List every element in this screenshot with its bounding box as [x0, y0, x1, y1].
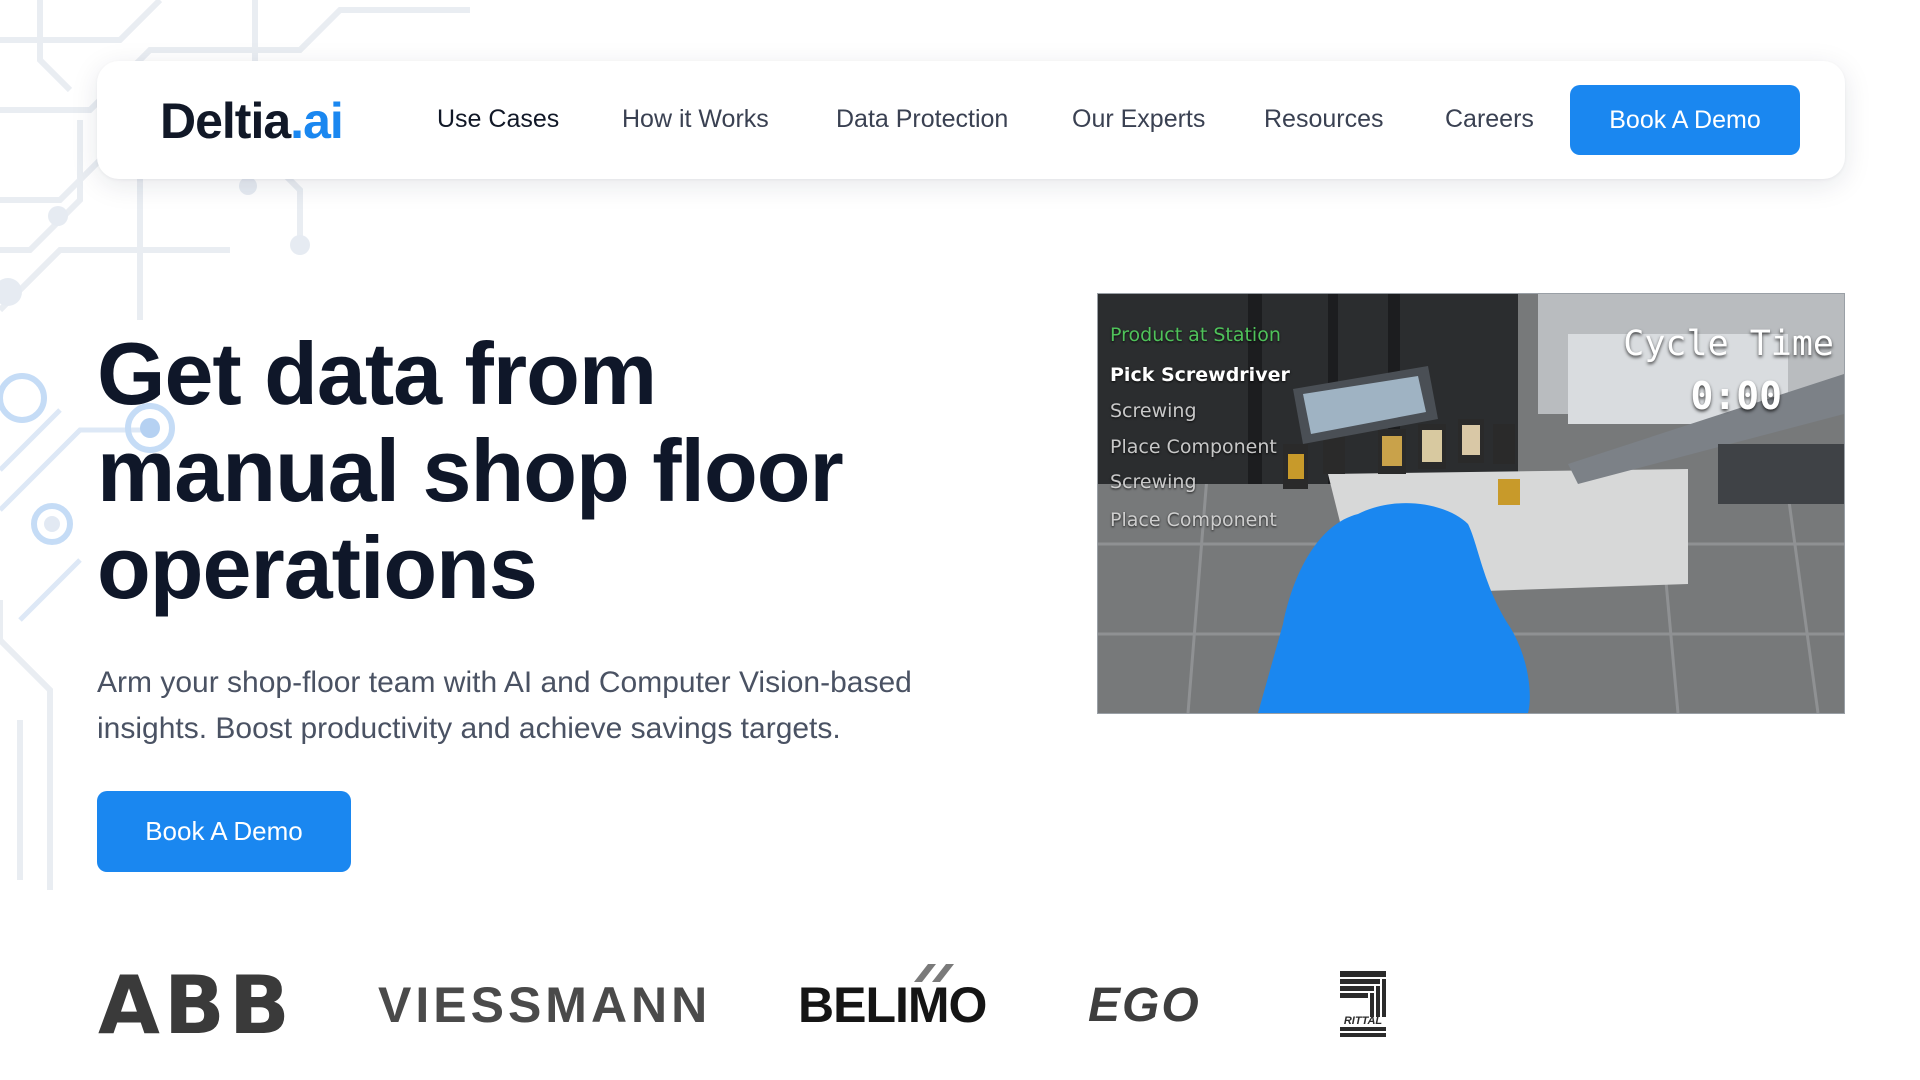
hero-subtitle-line: Arm your shop-floor team with AI and Com… [97, 666, 912, 699]
overlay-task: Place Component [1110, 436, 1277, 458]
cycle-time-value: 0:00 [1690, 374, 1782, 418]
top-navbar: Deltia.ai Use Cases How it Works Data Pr… [97, 61, 1845, 179]
rittal-wordmark: RITTAL [1344, 1015, 1383, 1027]
nav-careers[interactable]: Careers [1445, 103, 1534, 135]
hero-title-line: operations [97, 518, 538, 617]
belimo-wordmark: BELIMO [798, 977, 987, 1033]
hero-subtitle-line: insights. Boost productivity and achieve… [97, 712, 841, 745]
abb-logo: ABB [98, 958, 294, 1052]
deltia-logo[interactable]: Deltia.ai [160, 91, 344, 151]
demo-video-preview[interactable]: Product at Station Pick Screwdriver Scre… [1097, 293, 1845, 714]
overlay-task: Screwing [1110, 400, 1197, 422]
cycle-time-label: Cycle Time [1623, 324, 1834, 364]
hero-subtitle: Arm your shop-floor team with AI and Com… [97, 660, 1017, 752]
hero-title: Get data from manual shop floor operatio… [97, 325, 997, 616]
hero-title-line: manual shop floor [97, 421, 844, 520]
logo-suffix: .ai [290, 93, 344, 149]
belimo-mark-icon [914, 964, 954, 982]
ego-logo: EGO [1088, 978, 1201, 1032]
customer-logo-strip: ABB VIESSMANN BELIMO EGO RITTAL [0, 958, 1920, 1052]
overlay-task: Screwing [1110, 471, 1197, 493]
rittal-mark-icon: RITTAL [1338, 969, 1388, 1041]
rittal-logo: RITTAL [1338, 960, 1388, 1050]
nav-our-experts[interactable]: Our Experts [1072, 103, 1205, 135]
overlay-task-current: Pick Screwdriver [1110, 364, 1290, 386]
overlay-header: Product at Station [1110, 324, 1281, 346]
nav-book-demo-button[interactable]: Book A Demo [1570, 85, 1800, 155]
nav-data-protection[interactable]: Data Protection [836, 103, 1008, 135]
hero-title-line: Get data from [97, 324, 657, 423]
overlay-task: Place Component [1110, 509, 1277, 531]
viessmann-logo: VIESSMANN [378, 977, 712, 1033]
belimo-logo: BELIMO [798, 960, 987, 1050]
nav-use-cases[interactable]: Use Cases [437, 103, 559, 135]
nav-how-it-works[interactable]: How it Works [622, 103, 769, 135]
nav-resources[interactable]: Resources [1264, 103, 1384, 135]
hero-book-demo-button[interactable]: Book A Demo [97, 791, 351, 872]
logo-name: Deltia [160, 93, 291, 149]
